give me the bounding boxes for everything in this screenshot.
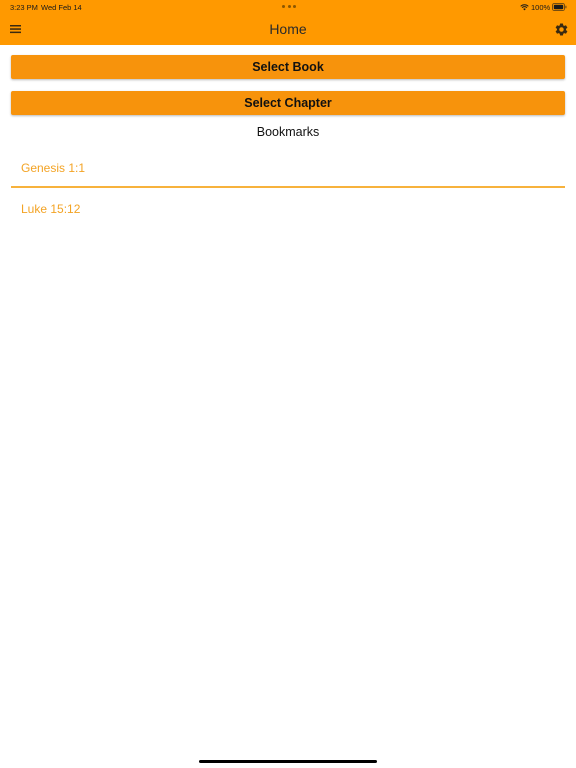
- bookmark-item[interactable]: Luke 15:12: [21, 202, 80, 216]
- bookmark-divider: [11, 186, 565, 188]
- status-date: Wed Feb 14: [41, 3, 82, 12]
- top-bar: 3:23 PM Wed Feb 14 100% Home: [0, 0, 576, 45]
- bookmarks-heading: Bookmarks: [256, 125, 320, 139]
- multitasking-dots-icon[interactable]: [282, 5, 296, 8]
- battery-percentage: 100%: [531, 3, 551, 12]
- home-indicator[interactable]: [199, 760, 377, 763]
- status-bar: 3:23 PM Wed Feb 14 100%: [0, 0, 576, 14]
- page-title: Home: [269, 21, 307, 37]
- navigation-bar: Home: [0, 14, 576, 45]
- gear-icon[interactable]: [554, 22, 569, 37]
- status-time: 3:23 PM: [10, 3, 38, 12]
- wifi-icon: [520, 4, 529, 11]
- bookmark-item[interactable]: Genesis 1:1: [21, 161, 85, 175]
- app-screen: 3:23 PM Wed Feb 14 100% Home Select Book…: [0, 0, 576, 768]
- select-book-button[interactable]: Select Book: [11, 55, 565, 79]
- battery-icon: [552, 3, 567, 11]
- select-chapter-button[interactable]: Select Chapter: [11, 91, 565, 115]
